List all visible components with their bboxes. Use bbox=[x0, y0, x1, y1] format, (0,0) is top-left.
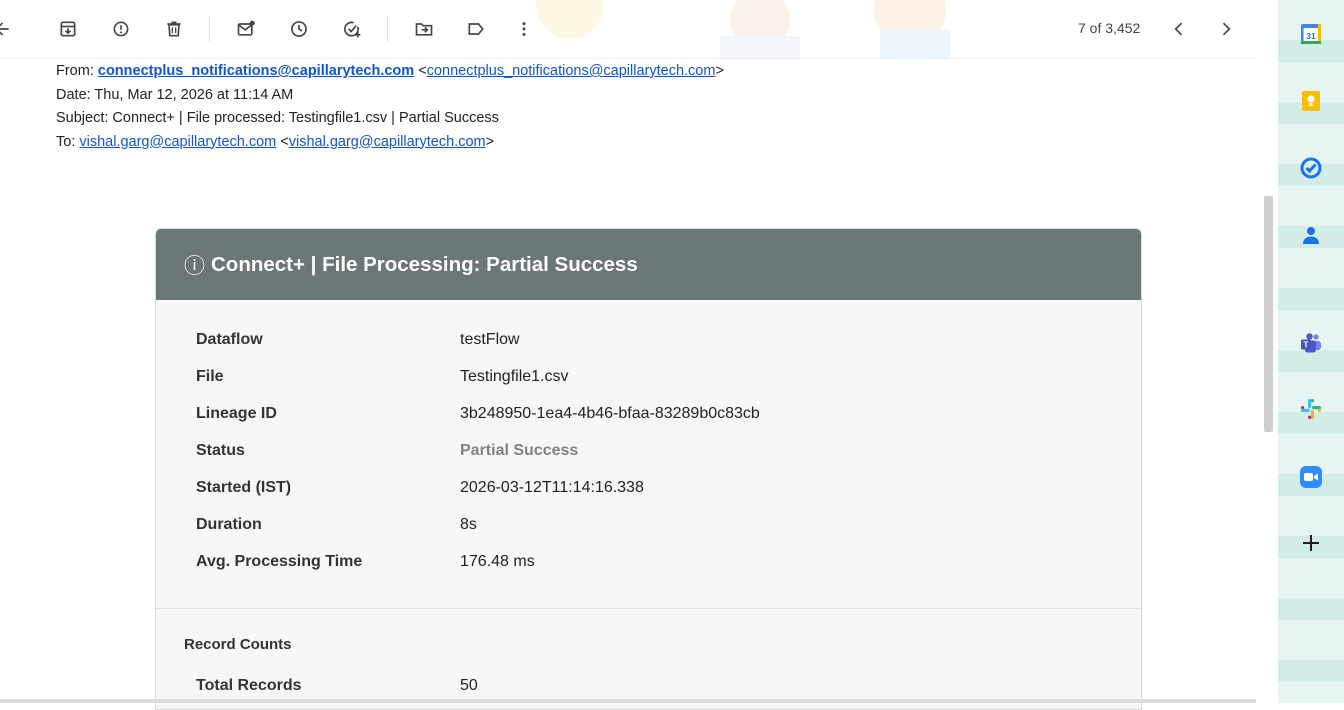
detail-label: Status bbox=[196, 442, 245, 459]
move-to-button[interactable] bbox=[410, 15, 438, 43]
card-header: ⓘ Connect+ | File Processing: Partial Su… bbox=[156, 229, 1141, 300]
delete-button[interactable] bbox=[160, 15, 188, 43]
calendar-button[interactable]: 31 bbox=[1298, 21, 1324, 47]
theme-illustration bbox=[536, 0, 950, 58]
detail-value: testFlow bbox=[460, 331, 520, 348]
add-to-tasks-icon bbox=[344, 21, 361, 38]
zoom-button[interactable] bbox=[1298, 464, 1324, 490]
detail-value: 3b248950-1ea4-4b46-bfaa-83289b0c83cb bbox=[460, 405, 760, 422]
report-spam-button[interactable] bbox=[107, 15, 135, 43]
to-name-link[interactable]: vishal.garg@capillarytech.com bbox=[79, 134, 276, 150]
archive-button[interactable] bbox=[54, 15, 82, 43]
from-label: From: bbox=[56, 63, 94, 79]
mark-unread-icon bbox=[237, 20, 255, 36]
detail-value: Testingfile1.csv bbox=[460, 368, 569, 385]
from-address-link[interactable]: connectplus_notifications@capillarytech.… bbox=[427, 63, 716, 79]
side-panel: 31 T bbox=[1278, 0, 1344, 703]
vertical-scrollbar[interactable] bbox=[1256, 0, 1278, 703]
detail-label: Dataflow bbox=[196, 331, 263, 348]
horizontal-scroll-track bbox=[0, 699, 1256, 703]
add-addon-button[interactable] bbox=[1298, 530, 1324, 556]
snooze-button[interactable] bbox=[285, 15, 313, 43]
toolbar-divider bbox=[387, 16, 388, 42]
calendar-day: 31 bbox=[1306, 31, 1316, 41]
keep-icon bbox=[1302, 91, 1320, 111]
info-icon: ⓘ bbox=[184, 254, 205, 278]
snooze-icon bbox=[291, 21, 307, 37]
calendar-icon: 31 bbox=[1301, 24, 1321, 44]
detail-label: File bbox=[196, 368, 224, 385]
detail-value: 50 bbox=[460, 677, 478, 694]
notification-card: ⓘ Connect+ | File Processing: Partial Su… bbox=[155, 228, 1142, 710]
card-title: Connect+ | File Processing: Partial Succ… bbox=[211, 252, 638, 276]
newer-button[interactable] bbox=[1212, 15, 1240, 43]
back-button[interactable] bbox=[0, 15, 16, 43]
older-button[interactable] bbox=[1165, 15, 1193, 43]
keep-button[interactable] bbox=[1298, 88, 1324, 114]
label-button[interactable] bbox=[462, 15, 490, 43]
archive-icon bbox=[60, 21, 76, 37]
email-toolbar: 7 of 3,452 bbox=[0, 0, 1256, 59]
teams-button[interactable]: T bbox=[1298, 330, 1324, 356]
detail-value: 2026-03-12T11:14:16.338 bbox=[460, 479, 644, 496]
svg-text:T: T bbox=[1304, 341, 1309, 350]
slack-icon bbox=[1301, 399, 1321, 419]
pagination-count: 7 of 3,452 bbox=[1078, 20, 1141, 36]
detail-value: 8s bbox=[460, 516, 477, 533]
date-line: Date: Thu, Mar 12, 2026 at 11:14 AM bbox=[56, 86, 294, 103]
section-divider bbox=[156, 608, 1141, 609]
more-button[interactable] bbox=[510, 15, 538, 43]
contacts-button[interactable] bbox=[1298, 222, 1324, 248]
to-line: To: vishal.garg@capillarytech.com <visha… bbox=[56, 133, 495, 150]
detail-label: Lineage ID bbox=[196, 405, 277, 422]
add-to-tasks-button[interactable] bbox=[338, 15, 366, 43]
detail-value: 176.48 ms bbox=[460, 553, 535, 570]
mark-unread-button[interactable] bbox=[232, 15, 260, 43]
tasks-icon bbox=[1300, 157, 1322, 179]
back-arrow-icon bbox=[0, 22, 9, 36]
contacts-icon bbox=[1303, 227, 1319, 244]
status-value: Partial Success bbox=[460, 442, 579, 459]
add-icon bbox=[1303, 535, 1319, 551]
from-line: From: connectplus_notifications@capillar… bbox=[56, 63, 724, 79]
scrollbar-thumb[interactable] bbox=[1264, 196, 1273, 432]
teams-icon: T bbox=[1301, 333, 1321, 353]
to-label: To: bbox=[56, 133, 76, 150]
zoom-icon bbox=[1300, 466, 1322, 488]
detail-label: Duration bbox=[196, 516, 262, 533]
label-icon bbox=[468, 23, 484, 35]
chevron-left-icon bbox=[1174, 22, 1183, 36]
more-icon bbox=[522, 22, 526, 36]
detail-label: Total Records bbox=[196, 677, 302, 694]
to-address-link[interactable]: vishal.garg@capillarytech.com bbox=[289, 134, 486, 150]
chevron-right-icon bbox=[1222, 22, 1231, 36]
toolbar-divider bbox=[209, 16, 210, 42]
subject-line: Subject: Connect+ | File processed: Test… bbox=[56, 110, 499, 126]
record-counts-title: Record Counts bbox=[184, 636, 292, 653]
delete-icon bbox=[167, 21, 181, 37]
report-spam-icon bbox=[113, 21, 129, 37]
detail-label: Started (IST) bbox=[196, 479, 292, 496]
from-name-link[interactable]: connectplus_notifications@capillarytech.… bbox=[98, 63, 414, 79]
tasks-button[interactable] bbox=[1298, 155, 1324, 181]
email-headers: From: connectplus_notifications@capillar… bbox=[56, 60, 724, 154]
slack-button[interactable] bbox=[1298, 396, 1324, 422]
detail-label: Avg. Processing Time bbox=[196, 553, 363, 570]
move-to-icon bbox=[415, 23, 433, 36]
